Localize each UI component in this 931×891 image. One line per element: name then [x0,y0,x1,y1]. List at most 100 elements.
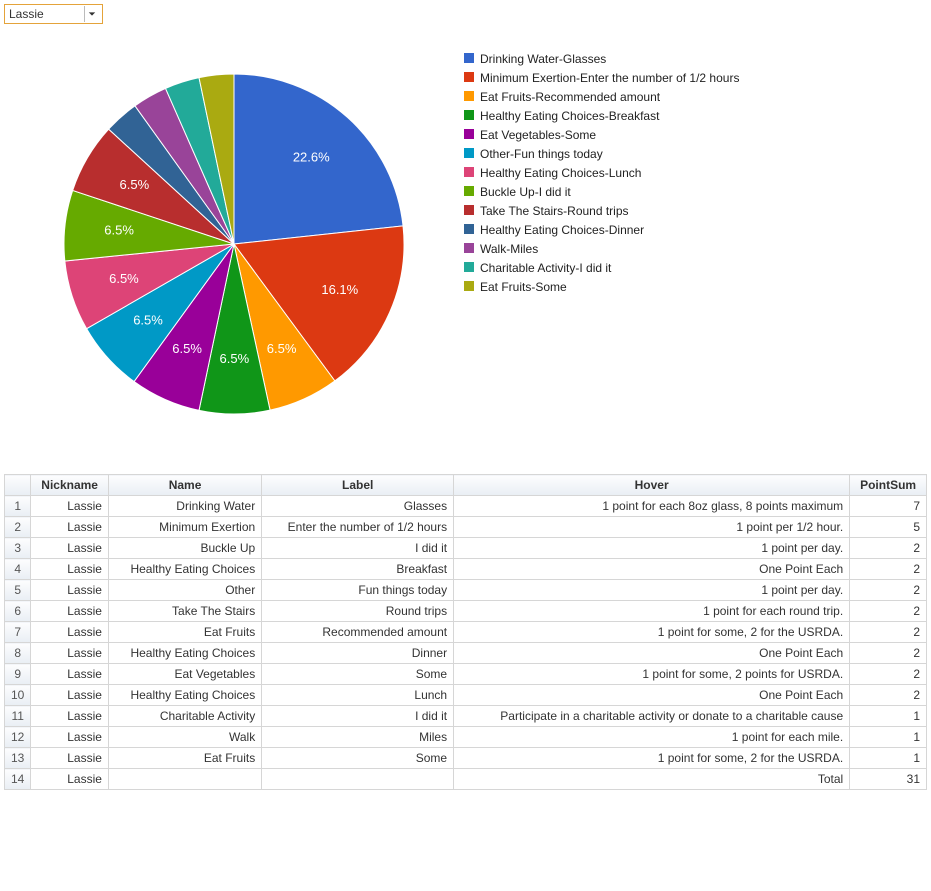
table-cell-hover: One Point Each [454,685,850,706]
table-header-rownum [5,475,31,496]
table-cell-hover: 1 point for some, 2 points for USRDA. [454,664,850,685]
table-row[interactable]: 2LassieMinimum ExertionEnter the number … [5,517,927,538]
table-row-number: 9 [5,664,31,685]
legend-label: Take The Stairs-Round trips [480,202,629,220]
table-cell-nickname: Lassie [31,517,109,538]
table-row[interactable]: 10LassieHealthy Eating ChoicesLunchOne P… [5,685,927,706]
legend-item[interactable]: Other-Fun things today [464,145,739,163]
table-row[interactable]: 5LassieOtherFun things today1 point per … [5,580,927,601]
table-cell-name: Healthy Eating Choices [108,685,261,706]
table-row-number: 4 [5,559,31,580]
legend-item[interactable]: Drinking Water-Glasses [464,50,739,68]
table-cell-nickname: Lassie [31,496,109,517]
table-row[interactable]: 3LassieBuckle UpI did it1 point per day.… [5,538,927,559]
legend-item[interactable]: Charitable Activity-I did it [464,259,739,277]
table-row-number: 2 [5,517,31,538]
legend-label: Other-Fun things today [480,145,603,163]
pie-slice-label: 22.6% [293,149,330,164]
table-row[interactable]: 6LassieTake The StairsRound trips1 point… [5,601,927,622]
table-cell-label: Miles [262,727,454,748]
legend-label: Healthy Eating Choices-Lunch [480,164,641,182]
legend-item[interactable]: Take The Stairs-Round trips [464,202,739,220]
legend-label: Healthy Eating Choices-Breakfast [480,107,659,125]
chart-legend: Drinking Water-GlassesMinimum Exertion-E… [464,44,739,444]
table-cell-name: Healthy Eating Choices [108,643,261,664]
table-cell-pointsum: 1 [850,748,927,769]
legend-label: Eat Vegetables-Some [480,126,596,144]
table-row[interactable]: 12LassieWalkMiles1 point for each mile.1 [5,727,927,748]
table-cell-nickname: Lassie [31,727,109,748]
table-cell-nickname: Lassie [31,622,109,643]
pie-slice-label: 6.5% [267,341,297,356]
legend-item[interactable]: Healthy Eating Choices-Lunch [464,164,739,182]
nickname-dropdown-value: Lassie [9,7,84,21]
table-cell-pointsum: 2 [850,664,927,685]
table-cell-nickname: Lassie [31,685,109,706]
table-cell-name: Walk [108,727,261,748]
legend-item[interactable]: Eat Vegetables-Some [464,126,739,144]
table-cell-pointsum: 2 [850,685,927,706]
legend-swatch [464,110,474,120]
table-cell-nickname: Lassie [31,601,109,622]
table-cell-pointsum: 2 [850,601,927,622]
nickname-dropdown[interactable]: Lassie [4,4,103,24]
table-cell-label: Some [262,748,454,769]
table-cell-hover: 1 point for each 8oz glass, 8 points max… [454,496,850,517]
legend-label: Drinking Water-Glasses [480,50,606,68]
table-cell-nickname: Lassie [31,538,109,559]
legend-item[interactable]: Healthy Eating Choices-Dinner [464,221,739,239]
legend-label: Buckle Up-I did it [480,183,571,201]
table-row[interactable]: 4LassieHealthy Eating ChoicesBreakfastOn… [5,559,927,580]
table-row[interactable]: 1LassieDrinking WaterGlasses1 point for … [5,496,927,517]
legend-swatch [464,72,474,82]
table-row-number: 1 [5,496,31,517]
table-cell-label: Fun things today [262,580,454,601]
table-cell-name: Healthy Eating Choices [108,559,261,580]
legend-swatch [464,148,474,158]
legend-swatch [464,262,474,272]
pie-slice-label: 6.5% [220,351,250,366]
legend-item[interactable]: Healthy Eating Choices-Breakfast [464,107,739,125]
legend-label: Walk-Miles [480,240,538,258]
table-cell-hover: 1 point for each mile. [454,727,850,748]
legend-item[interactable]: Eat Fruits-Recommended amount [464,88,739,106]
table-cell-pointsum: 2 [850,622,927,643]
table-cell-label: Some [262,664,454,685]
data-table: Nickname Name Label Hover PointSum 1Lass… [4,474,927,790]
table-cell-label: Enter the number of 1/2 hours [262,517,454,538]
table-cell-nickname: Lassie [31,559,109,580]
table-cell-label: Glasses [262,496,454,517]
table-cell-name: Charitable Activity [108,706,261,727]
table-header-row: Nickname Name Label Hover PointSum [5,475,927,496]
table-row[interactable]: 13LassieEat FruitsSome1 point for some, … [5,748,927,769]
legend-item[interactable]: Walk-Miles [464,240,739,258]
table-cell-label: Dinner [262,643,454,664]
legend-item[interactable]: Buckle Up-I did it [464,183,739,201]
table-cell-hover: 1 point per 1/2 hour. [454,517,850,538]
table-header-hover: Hover [454,475,850,496]
table-cell-pointsum: 2 [850,559,927,580]
legend-item[interactable]: Eat Fruits-Some [464,278,739,296]
table-row[interactable]: 9LassieEat VegetablesSome1 point for som… [5,664,927,685]
table-cell-nickname: Lassie [31,706,109,727]
pie-slice-label: 6.5% [133,313,163,328]
table-cell-hover: One Point Each [454,643,850,664]
pie-slice-label: 6.5% [172,341,202,356]
table-cell-pointsum: 2 [850,643,927,664]
table-row[interactable]: 8LassieHealthy Eating ChoicesDinnerOne P… [5,643,927,664]
pie-slice-label: 6.5% [120,177,150,192]
legend-swatch [464,224,474,234]
table-cell-hover: Total [454,769,850,790]
legend-swatch [464,53,474,63]
legend-label: Minimum Exertion-Enter the number of 1/2… [480,69,739,87]
table-row-number: 3 [5,538,31,559]
table-cell-label: Lunch [262,685,454,706]
table-row[interactable]: 7LassieEat FruitsRecommended amount1 poi… [5,622,927,643]
table-cell-label: Round trips [262,601,454,622]
table-row[interactable]: 14LassieTotal31 [5,769,927,790]
table-cell-name: Other [108,580,261,601]
table-row[interactable]: 11LassieCharitable ActivityI did itParti… [5,706,927,727]
table-row-number: 7 [5,622,31,643]
legend-item[interactable]: Minimum Exertion-Enter the number of 1/2… [464,69,739,87]
table-cell-label: I did it [262,706,454,727]
